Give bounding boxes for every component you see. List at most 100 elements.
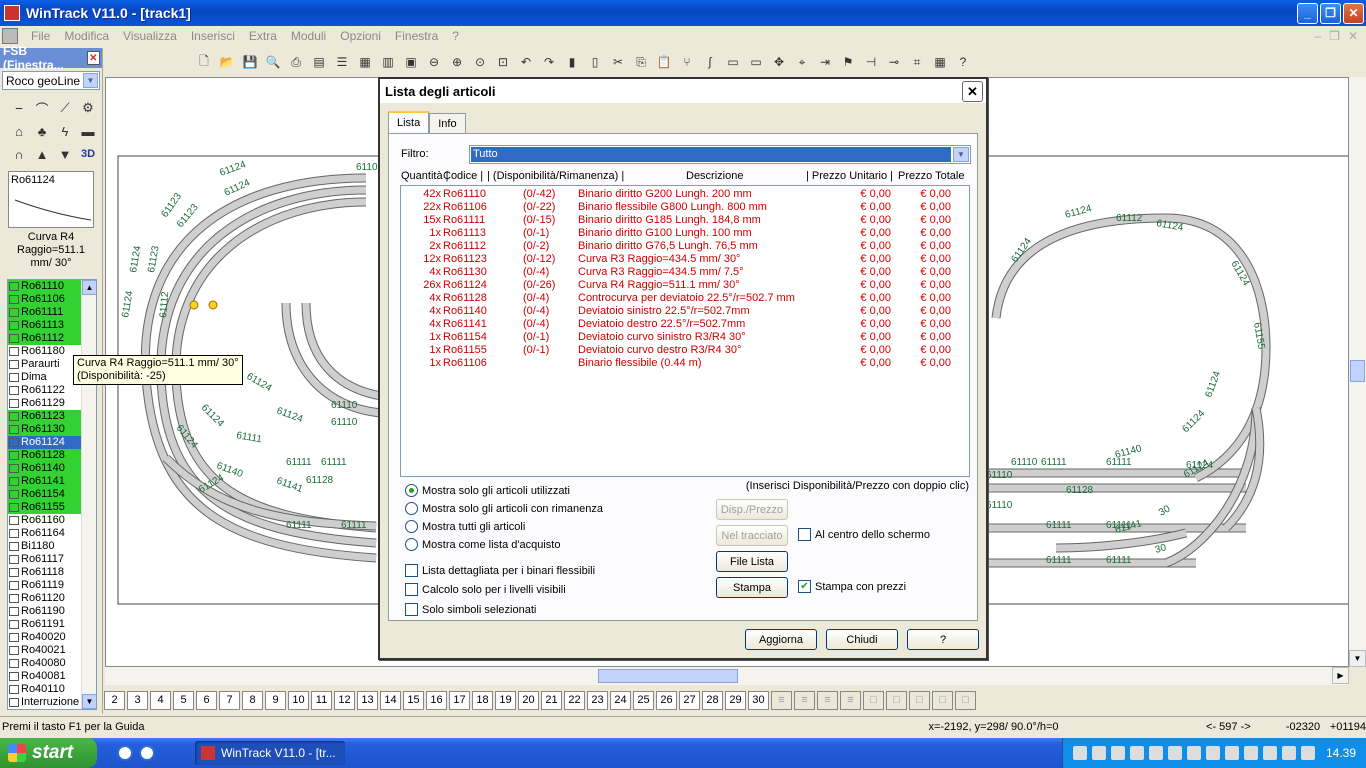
article-row[interactable]: 4x Ro61140 (0/-4) Deviatoio sinistro 22.5°/… — [401, 305, 961, 318]
article-row[interactable]: 1x Ro61155 (0/-1) Deviatoio curvo destro R3… — [401, 344, 961, 357]
nel-tracciato-button[interactable]: Nel tracciato — [716, 525, 788, 546]
building-icon[interactable]: ⌂ — [8, 120, 30, 142]
layer-manage-icon[interactable]: ≡ — [840, 690, 861, 710]
tray-icon[interactable] — [1110, 746, 1125, 760]
layer-button[interactable]: 2 — [104, 690, 125, 710]
flex-track-icon[interactable]: ∫ — [700, 52, 720, 72]
grid-icon[interactable]: ▦ — [930, 52, 950, 72]
check-center-screen[interactable]: Al centro dello schermo — [798, 528, 930, 541]
connect-icon[interactable]: ⌖ — [792, 52, 812, 72]
horizontal-scroll-thumb[interactable] — [598, 669, 738, 683]
zoom-in-icon[interactable]: ⊕ — [447, 52, 467, 72]
tray-icon[interactable] — [1205, 746, 1220, 760]
layer-button[interactable]: 21 — [541, 690, 562, 710]
split-icon[interactable]: ⊣ — [861, 52, 881, 72]
track-tool-icon[interactable]: ⑂ — [677, 52, 697, 72]
layer-button[interactable]: 27 — [679, 690, 700, 710]
radio-all-items[interactable]: Mostra tutti gli articoli — [405, 520, 525, 533]
tray-icon[interactable] — [1129, 746, 1144, 760]
chevron-down-icon[interactable]: ▼ — [953, 147, 969, 162]
layer-button[interactable]: 19 — [495, 690, 516, 710]
open-icon[interactable]: 📂 — [217, 52, 237, 72]
article-row[interactable]: 12x Ro61123 (0/-12) Curva R3 Raggio=434.5 m… — [401, 253, 961, 266]
help-pointer-icon[interactable]: ? — [953, 52, 973, 72]
print-setup-icon[interactable]: ▤ — [309, 52, 329, 72]
curve-track-icon[interactable]: ⌒ — [31, 97, 53, 119]
stampa-button[interactable]: Stampa — [716, 577, 788, 598]
layer-button[interactable]: 29 — [725, 690, 746, 710]
menu-modifica[interactable]: Modifica — [57, 29, 116, 43]
radio-with-remainder[interactable]: Mostra solo gli articoli con rimanenza — [405, 502, 603, 515]
scroll-down-icon[interactable]: ▼ — [1349, 650, 1366, 667]
tray-icon[interactable] — [1091, 746, 1106, 760]
cut-icon[interactable]: ✂ — [608, 52, 628, 72]
scroll-down-icon[interactable]: ▼ — [82, 694, 96, 709]
electric-icon[interactable]: ϟ — [54, 120, 76, 142]
layer-button[interactable]: 22 — [564, 690, 585, 710]
layer-button[interactable]: 5 — [173, 690, 194, 710]
menu-finestra[interactable]: Finestra — [388, 29, 445, 43]
chrome-icon[interactable] — [139, 745, 155, 761]
align-icon[interactable]: ✥ — [769, 52, 789, 72]
scroll-right-icon[interactable]: ▶ — [1332, 667, 1349, 684]
view-slot-icon[interactable]: □ — [886, 690, 907, 710]
menu-visualizza[interactable]: Visualizza — [116, 29, 184, 43]
measure-icon[interactable]: ⇥ — [815, 52, 835, 72]
help-button[interactable]: ? — [907, 629, 979, 650]
tray-icon[interactable] — [1167, 746, 1182, 760]
minimize-button[interactable]: _ — [1297, 2, 1318, 24]
layer-button[interactable]: 30 — [748, 690, 769, 710]
app-icon[interactable] — [4, 5, 20, 21]
file-lista-button[interactable]: File Lista — [716, 551, 788, 572]
tray-icon[interactable] — [1072, 746, 1087, 760]
layer-button[interactable]: 12 — [334, 690, 355, 710]
close-button[interactable]: ✕ — [1343, 2, 1364, 24]
undo-icon[interactable]: ↶ — [516, 52, 536, 72]
layer-button[interactable]: 26 — [656, 690, 677, 710]
mdi-close-icon[interactable]: ✕ — [1348, 29, 1358, 43]
turnout-icon[interactable]: ⟋ — [54, 97, 76, 119]
tab-info[interactable]: Info — [429, 113, 466, 133]
view-slot-icon[interactable]: □ — [863, 690, 884, 710]
article-row[interactable]: 1x Ro61154 (0/-1) Deviatoio curvo sinistro … — [401, 331, 961, 344]
print-icon[interactable]: ⎙ — [286, 52, 306, 72]
article-row[interactable]: 42x Ro61110 (0/-42) Binario diritto G200 Lu… — [401, 188, 961, 201]
height-icon[interactable]: ⌗ — [907, 52, 927, 72]
layer-button[interactable]: 14 — [380, 690, 401, 710]
layer-button[interactable]: 6 — [196, 690, 217, 710]
join-icon[interactable]: ⊸ — [884, 52, 904, 72]
maximize-button[interactable]: ❐ — [1320, 2, 1341, 24]
ungroup-icon[interactable]: ▭ — [746, 52, 766, 72]
panel-close-icon[interactable]: ✕ — [86, 51, 100, 65]
menu-moduli[interactable]: Moduli — [284, 29, 333, 43]
checkbox[interactable] — [798, 528, 811, 541]
articles-list[interactable]: 42x Ro61110 (0/-42) Binario diritto G200 Lu… — [400, 185, 970, 477]
menu-extra[interactable]: Extra — [242, 29, 284, 43]
print-preview-icon[interactable]: 🔍 — [263, 52, 283, 72]
menu-file[interactable]: File — [24, 29, 57, 43]
disp-prezzo-button[interactable]: Disp./Prezzo — [716, 499, 788, 520]
layer-color-icon[interactable]: ≡ — [771, 690, 792, 710]
layers-icon[interactable]: ▥ — [378, 52, 398, 72]
save-icon[interactable]: 💾 — [240, 52, 260, 72]
layer-button[interactable]: 8 — [242, 690, 263, 710]
article-row[interactable]: 15x Ro61111 (0/-15) Binario diritto G185 Lu… — [401, 214, 961, 227]
check-visible-levels[interactable]: Calcolo solo per i livelli visibili — [405, 583, 566, 596]
aggiorna-button[interactable]: Aggiorna — [745, 629, 817, 650]
radio-shopping-list[interactable]: Mostra come lista d'acquisto — [405, 538, 560, 551]
tray-icon[interactable] — [1224, 746, 1239, 760]
filter-select[interactable]: Tutto ▼ — [469, 145, 971, 164]
article-row[interactable]: 22x Ro61106 (0/-22) Binario flessibile G800… — [401, 201, 961, 214]
menu-opzioni[interactable]: Opzioni — [333, 29, 388, 43]
tray-icon[interactable] — [1148, 746, 1163, 760]
delete-icon[interactable]: ▯ — [585, 52, 605, 72]
layer-button[interactable]: 4 — [150, 690, 171, 710]
mdi-restore-icon[interactable]: ❐ — [1329, 29, 1340, 43]
layer-button[interactable]: 11 — [311, 690, 332, 710]
radio-dot[interactable] — [405, 502, 418, 515]
checkbox[interactable] — [405, 583, 418, 596]
layer-button[interactable]: 18 — [472, 690, 493, 710]
new-icon[interactable]: 🗋 — [194, 52, 214, 72]
layer-button[interactable]: 15 — [403, 690, 424, 710]
group-icon[interactable]: ▭ — [723, 52, 743, 72]
